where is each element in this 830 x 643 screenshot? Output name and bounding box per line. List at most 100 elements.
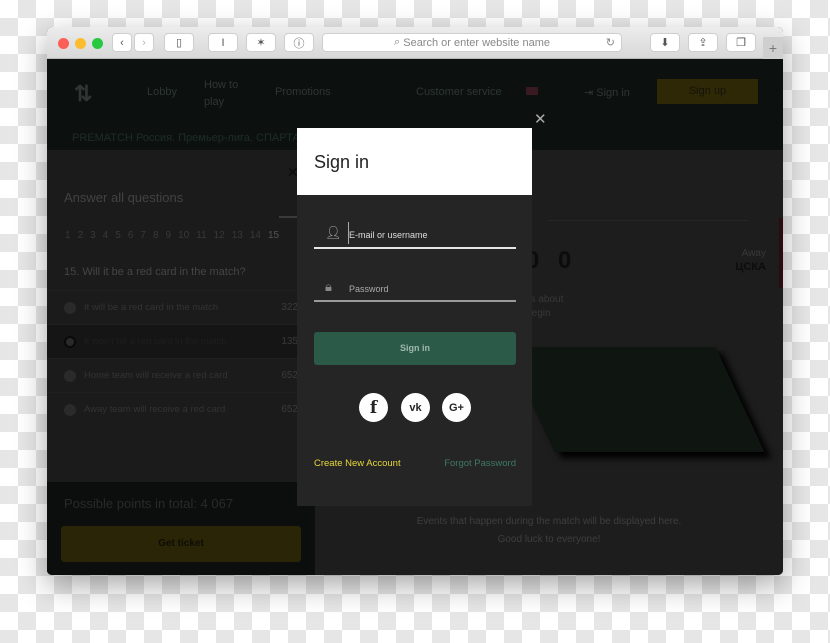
- option-label: Away team will receive a red card: [84, 404, 226, 415]
- radio-icon[interactable]: [64, 302, 76, 314]
- tabs-button[interactable]: ❐: [726, 33, 756, 52]
- radio-icon[interactable]: [64, 370, 76, 382]
- extension-button[interactable]: ✶: [246, 33, 276, 52]
- question-tab[interactable]: 2: [78, 230, 84, 241]
- google-plus-login-button[interactable]: G+: [442, 393, 471, 422]
- tabs-icon: ❐: [736, 37, 746, 49]
- away-color-bar: [779, 218, 783, 288]
- close-window-button[interactable]: [58, 38, 69, 49]
- create-account-link[interactable]: Create New Account: [314, 458, 401, 469]
- active-tab-indicator: [279, 216, 299, 218]
- question-tab[interactable]: 3: [90, 230, 96, 241]
- sign-in-link[interactable]: ⇥ Sign in: [584, 86, 630, 99]
- events-message: Events that happen during the match will…: [416, 516, 682, 527]
- maximize-window-button[interactable]: [92, 38, 103, 49]
- sidebar-button[interactable]: ▯: [164, 33, 194, 52]
- sign-in-label: Sign in: [596, 87, 630, 99]
- logo-icon[interactable]: ⇅: [74, 81, 92, 107]
- address-bar[interactable]: ⌕ Search or enter website name ↻: [322, 33, 622, 52]
- reload-icon[interactable]: ↻: [606, 36, 615, 49]
- nav-how-to-play[interactable]: How to play: [204, 77, 244, 111]
- question-tab[interactable]: 13: [232, 230, 243, 241]
- divider: [548, 220, 748, 221]
- browser-toolbar: ‹ › ▯ I ✶ ⓘ ⌕ Search or enter website na…: [47, 27, 783, 59]
- password-field[interactable]: 🔒︎ Password: [314, 275, 516, 301]
- question-tab[interactable]: 6: [128, 230, 134, 241]
- chevron-right-icon: ›: [142, 36, 146, 49]
- question-tab[interactable]: 5: [115, 230, 121, 241]
- download-icon: ⬇: [660, 37, 670, 49]
- option-points: 322: [281, 302, 298, 313]
- good-luck-message: Good luck to everyone!: [497, 534, 601, 545]
- browser-window: ‹ › ▯ I ✶ ⓘ ⌕ Search or enter website na…: [47, 27, 783, 575]
- facebook-icon: f: [369, 397, 378, 418]
- breadcrumb: PREMATCH Россия. Премьер-лига. СПАРТАК М: [72, 132, 319, 144]
- facebook-login-button[interactable]: f: [359, 393, 388, 422]
- question-tab[interactable]: 7: [140, 230, 146, 241]
- option-label: It will be a red card in the match: [84, 302, 219, 313]
- email-placeholder: E-mail or username: [349, 230, 428, 240]
- option-label: It won't be a red card in the match: [84, 336, 227, 347]
- question-tabs: 1 2 3 4 5 6 7 8 9 10 11 12 13 14 15: [65, 230, 279, 241]
- address-placeholder: Search or enter website name: [403, 36, 550, 49]
- vk-login-button[interactable]: vk: [401, 393, 430, 422]
- share-icon: ⇪: [698, 37, 708, 49]
- password-underline: [314, 300, 516, 302]
- option-points: 652: [281, 404, 298, 415]
- question-tab[interactable]: 8: [153, 230, 159, 241]
- language-flag-icon[interactable]: [526, 87, 538, 95]
- question-tab[interactable]: 14: [250, 230, 261, 241]
- password-placeholder: Password: [349, 284, 389, 294]
- question-text: 15. Will it be a red card in the match?: [64, 266, 246, 278]
- nav-lobby[interactable]: Lobby: [147, 86, 177, 98]
- radio-icon[interactable]: [64, 336, 76, 348]
- nav-promotions[interactable]: Promotions: [275, 86, 331, 98]
- reader-button[interactable]: I: [208, 33, 238, 52]
- pin-icon: ✶: [256, 37, 266, 49]
- question-tab[interactable]: 1: [65, 230, 71, 241]
- new-tab-button[interactable]: +: [763, 37, 783, 59]
- question-tab[interactable]: 9: [166, 230, 172, 241]
- question-tab[interactable]: 4: [103, 230, 109, 241]
- sign-in-modal: Sign in 👤︎ E-mail or username 🔒︎ Passwor…: [297, 128, 532, 506]
- option-row[interactable]: Away team will receive a red card 652: [47, 392, 315, 426]
- option-points: 135: [281, 336, 298, 347]
- option-row[interactable]: It won't be a red card in the match 135: [47, 324, 315, 358]
- question-tab[interactable]: 12: [214, 230, 225, 241]
- radio-icon[interactable]: [64, 404, 76, 416]
- quiz-footer: Possible points in total: 4 067 Get tick…: [47, 482, 315, 575]
- info-circle-icon: ⓘ: [293, 37, 305, 50]
- nav-customer-service[interactable]: Customer service: [416, 86, 502, 98]
- login-icon: ⇥: [584, 87, 597, 99]
- user-icon: 👤︎: [325, 225, 342, 240]
- forgot-password-link[interactable]: Forgot Password: [444, 458, 516, 469]
- sign-up-button[interactable]: Sign up: [657, 79, 758, 104]
- vk-icon: vk: [409, 401, 422, 414]
- sign-in-submit-button[interactable]: Sign in: [314, 332, 516, 365]
- get-ticket-button[interactable]: Get ticket: [61, 526, 301, 562]
- password-manager-button[interactable]: ⓘ: [284, 33, 314, 52]
- email-underline: [314, 247, 516, 249]
- option-points: 652: [281, 370, 298, 381]
- google-plus-icon: G+: [449, 401, 464, 414]
- downloads-button[interactable]: ⬇: [650, 33, 680, 52]
- quiz-title: Answer all questions: [64, 190, 184, 205]
- option-row[interactable]: Home team will receive a red card 652: [47, 358, 315, 392]
- question-tab[interactable]: 11: [196, 230, 206, 241]
- score-away: 0: [558, 247, 572, 274]
- chevron-left-icon: ‹: [120, 36, 124, 49]
- email-field[interactable]: 👤︎ E-mail or username: [314, 220, 516, 248]
- option-list: It will be a red card in the match 322 It …: [47, 290, 315, 426]
- away-label: Away: [741, 248, 766, 259]
- close-modal-icon[interactable]: ✕: [534, 110, 547, 128]
- question-tab[interactable]: 10: [178, 230, 189, 241]
- option-row[interactable]: It will be a red card in the match 322: [47, 290, 315, 324]
- back-button[interactable]: ‹: [112, 33, 132, 52]
- question-tab[interactable]: 15: [268, 230, 279, 241]
- minimize-window-button[interactable]: [75, 38, 86, 49]
- lock-icon: 🔒︎: [325, 279, 332, 294]
- away-team: ЦСКА: [735, 261, 766, 273]
- pitch-graphic: [505, 347, 765, 452]
- share-button[interactable]: ⇪: [688, 33, 718, 52]
- forward-button[interactable]: ›: [134, 33, 154, 52]
